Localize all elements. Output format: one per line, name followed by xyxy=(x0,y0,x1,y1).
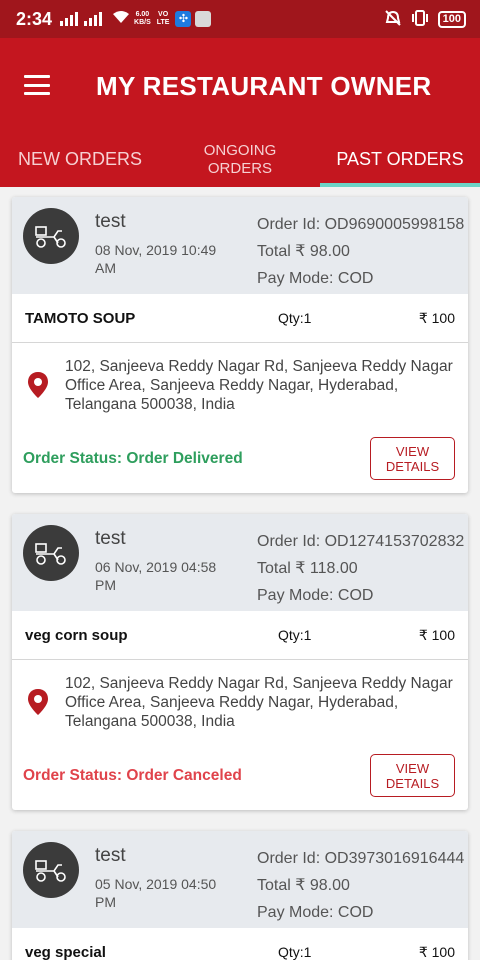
delivery-address: 102, Sanjeeva Reddy Nagar Rd, Sanjeeva R… xyxy=(65,675,453,730)
order-summary: Order Id: OD3973016916444 Total ₹ 98.00 … xyxy=(257,845,464,926)
order-id: Order Id: OD3973016916444 xyxy=(257,850,465,867)
view-details-button[interactable]: VIEW DETAILS xyxy=(370,437,455,480)
delivery-scooter-icon xyxy=(23,842,79,898)
order-id: Order Id: OD1274153702832 xyxy=(257,533,465,550)
network-type-bottom: LTE xyxy=(156,19,170,26)
order-total: Total ₹ 118.00 xyxy=(257,560,358,577)
network-speed: 6.00 KB/S xyxy=(134,11,151,27)
notification-icon xyxy=(195,11,212,27)
vibrate-icon xyxy=(410,9,430,29)
view-details-label-line1: VIEW xyxy=(395,443,430,459)
customer-name: test xyxy=(95,528,126,549)
view-details-button[interactable]: VIEW DETAILS xyxy=(370,754,455,797)
signal-icon xyxy=(60,12,79,26)
order-summary: Order Id: OD9690005998158 Total ₹ 98.00 … xyxy=(257,211,464,292)
network-type: VO LTE xyxy=(157,11,170,27)
customer-name: test xyxy=(95,211,126,232)
order-status: Order Status: Order Delivered xyxy=(23,450,243,467)
item-name: veg special xyxy=(25,944,106,960)
tab-ongoing-orders[interactable]: ONGOING ORDERS xyxy=(160,132,320,187)
order-header: test 05 Nov, 2019 04:50 PM Order Id: OD3… xyxy=(12,831,468,928)
item-qty: Qty:1 xyxy=(278,310,312,326)
item-price: ₹ 100 xyxy=(418,310,455,326)
item-name: veg corn soup xyxy=(25,627,128,644)
signal-icon-2 xyxy=(84,12,103,26)
pay-mode: Pay Mode: COD xyxy=(257,270,374,287)
speed-unit: KB/S xyxy=(134,19,151,26)
tab-new-orders[interactable]: NEW ORDERS xyxy=(0,132,160,187)
item-qty: Qty:1 xyxy=(278,627,312,643)
customer-name: test xyxy=(95,845,126,866)
item-qty: Qty:1 xyxy=(278,944,312,960)
order-list[interactable]: test 08 Nov, 2019 10:49 AM Order Id: OD9… xyxy=(0,187,480,960)
mute-icon xyxy=(384,9,402,29)
wifi-icon xyxy=(112,10,130,28)
order-tabs: NEW ORDERS ONGOING ORDERS PAST ORDERS xyxy=(0,132,480,187)
order-date: 05 Nov, 2019 04:50 PM xyxy=(95,876,217,910)
address-block: 102, Sanjeeva Reddy Nagar Rd, Sanjeeva R… xyxy=(12,343,468,493)
pay-mode: Pay Mode: COD xyxy=(257,904,374,921)
item-name: TAMOTO SOUP xyxy=(25,310,136,327)
view-details-label-line1: VIEW xyxy=(395,760,430,776)
order-card: test 06 Nov, 2019 04:58 PM Order Id: OD1… xyxy=(12,514,468,810)
order-summary: Order Id: OD1274153702832 Total ₹ 118.00… xyxy=(257,528,464,609)
tab-past-orders[interactable]: PAST ORDERS xyxy=(320,132,480,187)
order-date: 06 Nov, 2019 04:58 PM xyxy=(95,559,217,593)
order-item-row: TAMOTO SOUP Qty:1 ₹ 100 xyxy=(12,294,468,343)
order-header: test 06 Nov, 2019 04:58 PM Order Id: OD1… xyxy=(12,514,468,611)
view-details-label-line2: DETAILS xyxy=(385,775,440,791)
order-status: Order Status: Order Canceled xyxy=(23,767,242,784)
network-type-top: VO xyxy=(158,11,169,18)
app-bar: MY RESTAURANT OWNER xyxy=(0,38,480,132)
hamburger-icon[interactable] xyxy=(24,75,50,95)
order-date: 08 Nov, 2019 10:49 AM xyxy=(95,242,217,276)
status-time: 2:34 xyxy=(16,8,53,29)
app-title: MY RESTAURANT OWNER xyxy=(96,71,432,101)
tab-ongoing-label-line1: ONGOING xyxy=(203,141,277,159)
pay-mode: Pay Mode: COD xyxy=(257,587,374,604)
delivery-scooter-icon xyxy=(23,525,79,581)
delivery-scooter-icon xyxy=(23,208,79,264)
order-id: Order Id: OD9690005998158 xyxy=(257,216,465,233)
item-price: ₹ 100 xyxy=(418,627,455,643)
app-notification-icon: ✣ xyxy=(175,11,192,27)
status-bar: 2:34 6.00 KB/S VO LTE ✣ 100 xyxy=(0,0,480,38)
battery-icon: 100 xyxy=(437,10,466,28)
order-item-row: veg special Qty:1 ₹ 100 xyxy=(12,928,468,960)
order-header: test 08 Nov, 2019 10:49 AM Order Id: OD9… xyxy=(12,197,468,294)
address-block: 102, Sanjeeva Reddy Nagar Rd, Sanjeeva R… xyxy=(12,660,468,810)
item-price: ₹ 100 xyxy=(418,944,455,960)
order-card: test 05 Nov, 2019 04:50 PM Order Id: OD3… xyxy=(12,831,468,960)
map-pin-icon xyxy=(27,688,49,721)
delivery-address: 102, Sanjeeva Reddy Nagar Rd, Sanjeeva R… xyxy=(65,358,453,413)
view-details-label-line2: DETAILS xyxy=(385,458,440,474)
order-total: Total ₹ 98.00 xyxy=(257,243,350,260)
speed-value: 6.00 xyxy=(135,11,150,18)
tab-ongoing-label-line2: ORDERS xyxy=(207,159,273,177)
order-card: test 08 Nov, 2019 10:49 AM Order Id: OD9… xyxy=(12,197,468,493)
map-pin-icon xyxy=(27,371,49,404)
order-total: Total ₹ 98.00 xyxy=(257,877,350,894)
order-item-row: veg corn soup Qty:1 ₹ 100 xyxy=(12,611,468,660)
